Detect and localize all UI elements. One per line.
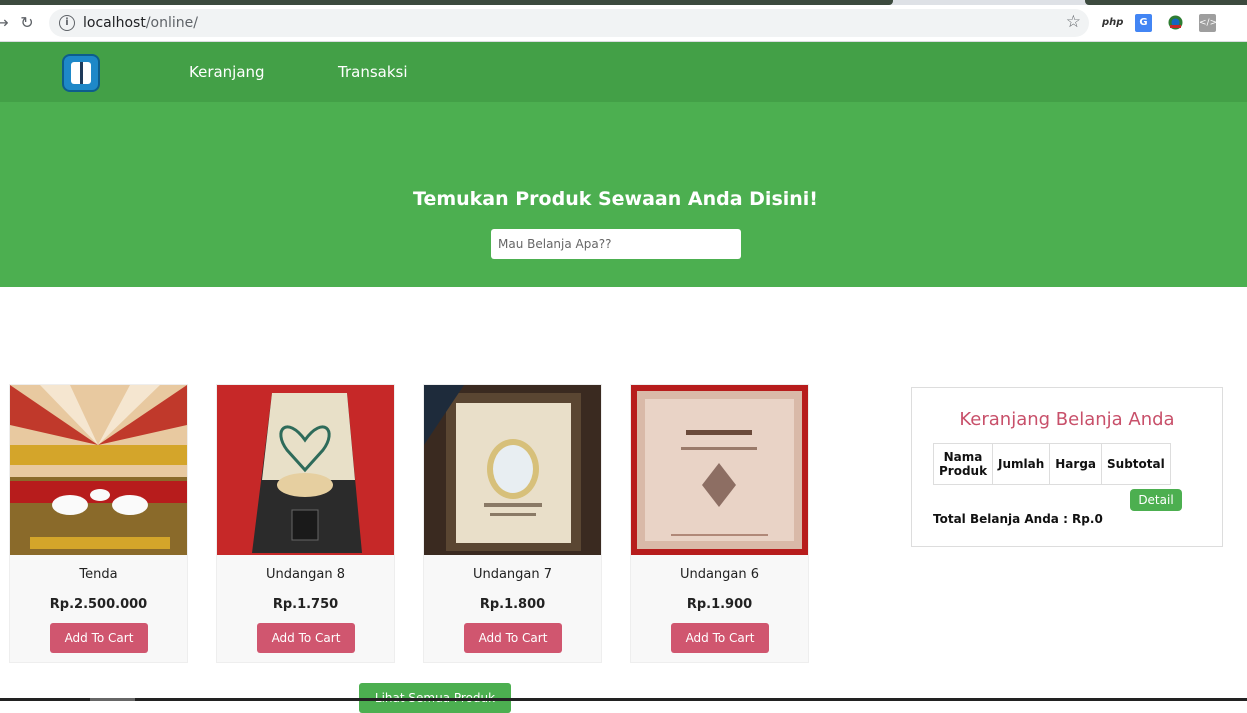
nav-link-transaksi[interactable]: Transaksi xyxy=(338,63,408,81)
cart-title: Keranjang Belanja Anda xyxy=(959,409,1175,430)
column-header-jumlah: Jumlah xyxy=(991,443,1051,485)
source-code-extension-icon[interactable]: </> xyxy=(1199,14,1217,32)
product-name[interactable]: Undangan 8 xyxy=(217,567,394,582)
add-to-cart-button[interactable]: Add To Cart xyxy=(671,623,769,653)
cart-panel: Keranjang Belanja Anda Nama Produk Jumla… xyxy=(911,387,1223,547)
product-image[interactable] xyxy=(217,385,394,555)
add-to-cart-button[interactable]: Add To Cart xyxy=(464,623,562,653)
column-header-nama-produk: Nama Produk xyxy=(933,443,993,485)
cart-table: Nama Produk Jumlah Harga Subtotal xyxy=(933,443,1171,485)
product-image[interactable] xyxy=(424,385,601,555)
url-path: /online/ xyxy=(145,15,198,31)
site-navbar: Keranjang Transaksi xyxy=(0,42,1247,102)
forward-icon[interactable]: → xyxy=(0,13,12,33)
product-card: Undangan 8 Rp.1.750 Add To Cart xyxy=(216,384,395,663)
hero-title: Temukan Produk Sewaan Anda Disini! xyxy=(413,188,818,210)
hero-banner: Temukan Produk Sewaan Anda Disini! xyxy=(0,102,1247,287)
bookmark-star-icon[interactable]: ☆ xyxy=(1066,12,1081,32)
reload-icon[interactable]: ↻ xyxy=(17,13,37,33)
product-card: Undangan 6 Rp.1.900 Add To Cart xyxy=(630,384,809,663)
address-bar[interactable]: i localhost/online/ ☆ xyxy=(49,9,1089,37)
product-image[interactable] xyxy=(10,385,187,555)
site-info-icon[interactable]: i xyxy=(59,15,75,31)
browser-toolbar: → ↻ i localhost/online/ ☆ php G </> xyxy=(0,5,1247,42)
url-text[interactable]: localhost/online/ xyxy=(83,15,198,31)
search-input[interactable] xyxy=(491,229,741,259)
nav-link-keranjang[interactable]: Keranjang xyxy=(189,63,265,81)
product-price: Rp.1.750 xyxy=(272,597,339,612)
column-header-subtotal: Subtotal xyxy=(1101,443,1171,485)
translate-extension-icon[interactable]: G xyxy=(1135,14,1152,32)
product-card: Tenda Rp.2.500.000 Add To Cart xyxy=(9,384,188,663)
product-price: Rp.2.500.000 xyxy=(49,597,148,612)
column-header-harga: Harga xyxy=(1049,443,1103,485)
product-image[interactable] xyxy=(631,385,808,555)
product-name[interactable]: Undangan 6 xyxy=(631,567,808,582)
add-to-cart-button[interactable]: Add To Cart xyxy=(50,623,148,653)
site-logo[interactable] xyxy=(62,54,100,92)
cart-total: Total Belanja Anda : Rp.0 xyxy=(933,512,1103,526)
cart-table-header: Nama Produk Jumlah Harga Subtotal xyxy=(933,443,1171,485)
product-name[interactable]: Undangan 7 xyxy=(424,567,601,582)
globe-extension-icon[interactable] xyxy=(1167,14,1184,32)
add-to-cart-button[interactable]: Add To Cart xyxy=(257,623,355,653)
url-host: localhost xyxy=(83,15,146,31)
logo-bar xyxy=(80,62,83,84)
product-name[interactable]: Tenda xyxy=(10,567,187,582)
php-extension-icon[interactable]: php xyxy=(1102,14,1123,32)
detail-button[interactable]: Detail xyxy=(1130,489,1182,511)
product-card: Undangan 7 Rp.1.800 Add To Cart xyxy=(423,384,602,663)
product-price: Rp.1.900 xyxy=(686,597,753,612)
product-price: Rp.1.800 xyxy=(479,597,546,612)
